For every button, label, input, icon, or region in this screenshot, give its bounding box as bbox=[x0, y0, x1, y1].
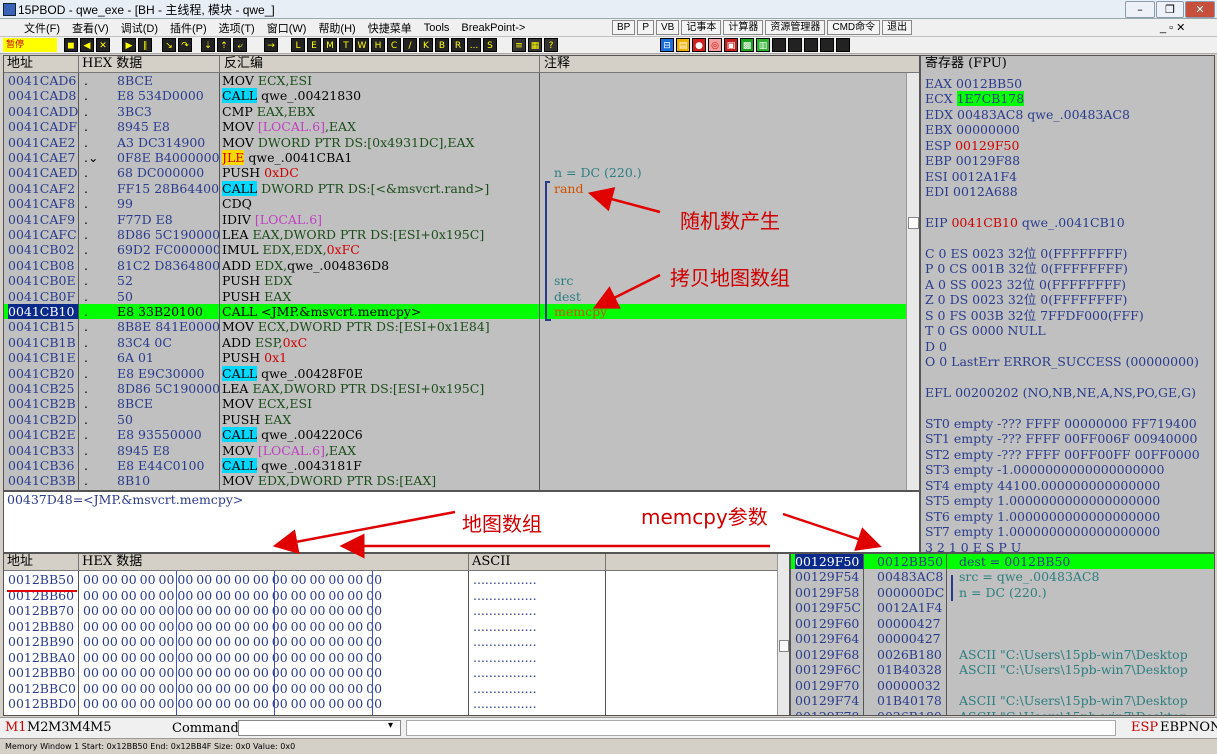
command-bar: M1 M2 M3 M4 M5 Command: ▾ ESP EBP NONE bbox=[0, 717, 1217, 738]
ebp-toggle[interactable]: EBP bbox=[1160, 720, 1188, 735]
command-input[interactable] bbox=[238, 720, 401, 736]
annotation-map: 地图数组 bbox=[462, 512, 542, 536]
arrow-rand bbox=[587, 187, 661, 214]
command-output bbox=[406, 720, 1116, 736]
command-label: Command: bbox=[172, 721, 244, 736]
status-bar: Memory Window 1 Start: 0x12BB50 End: 0x1… bbox=[0, 738, 1217, 754]
arrow-copy bbox=[592, 273, 661, 309]
arrow-map bbox=[272, 510, 456, 554]
tab-m2[interactable]: M2 bbox=[27, 720, 49, 735]
tab-m1[interactable]: M1 bbox=[5, 720, 27, 735]
arrow-memcpy bbox=[782, 512, 882, 551]
annotation-rand: 随机数产生 bbox=[680, 209, 780, 233]
annotation-copy: 拷贝地图数组 bbox=[670, 266, 790, 290]
annotation-memcpy: memcpy参数 bbox=[641, 505, 768, 529]
tab-m4[interactable]: M4 bbox=[69, 720, 91, 735]
chevron-down-icon[interactable]: ▾ bbox=[388, 720, 393, 731]
tab-m5[interactable]: M5 bbox=[90, 720, 112, 735]
tab-m3[interactable]: M3 bbox=[48, 720, 70, 735]
esp-toggle[interactable]: ESP bbox=[1131, 720, 1158, 735]
status-text: Memory Window 1 Start: 0x12BB50 End: 0x1… bbox=[5, 742, 296, 751]
annotation-arrows bbox=[272, 187, 882, 559]
none-toggle[interactable]: NONE bbox=[1188, 720, 1217, 735]
